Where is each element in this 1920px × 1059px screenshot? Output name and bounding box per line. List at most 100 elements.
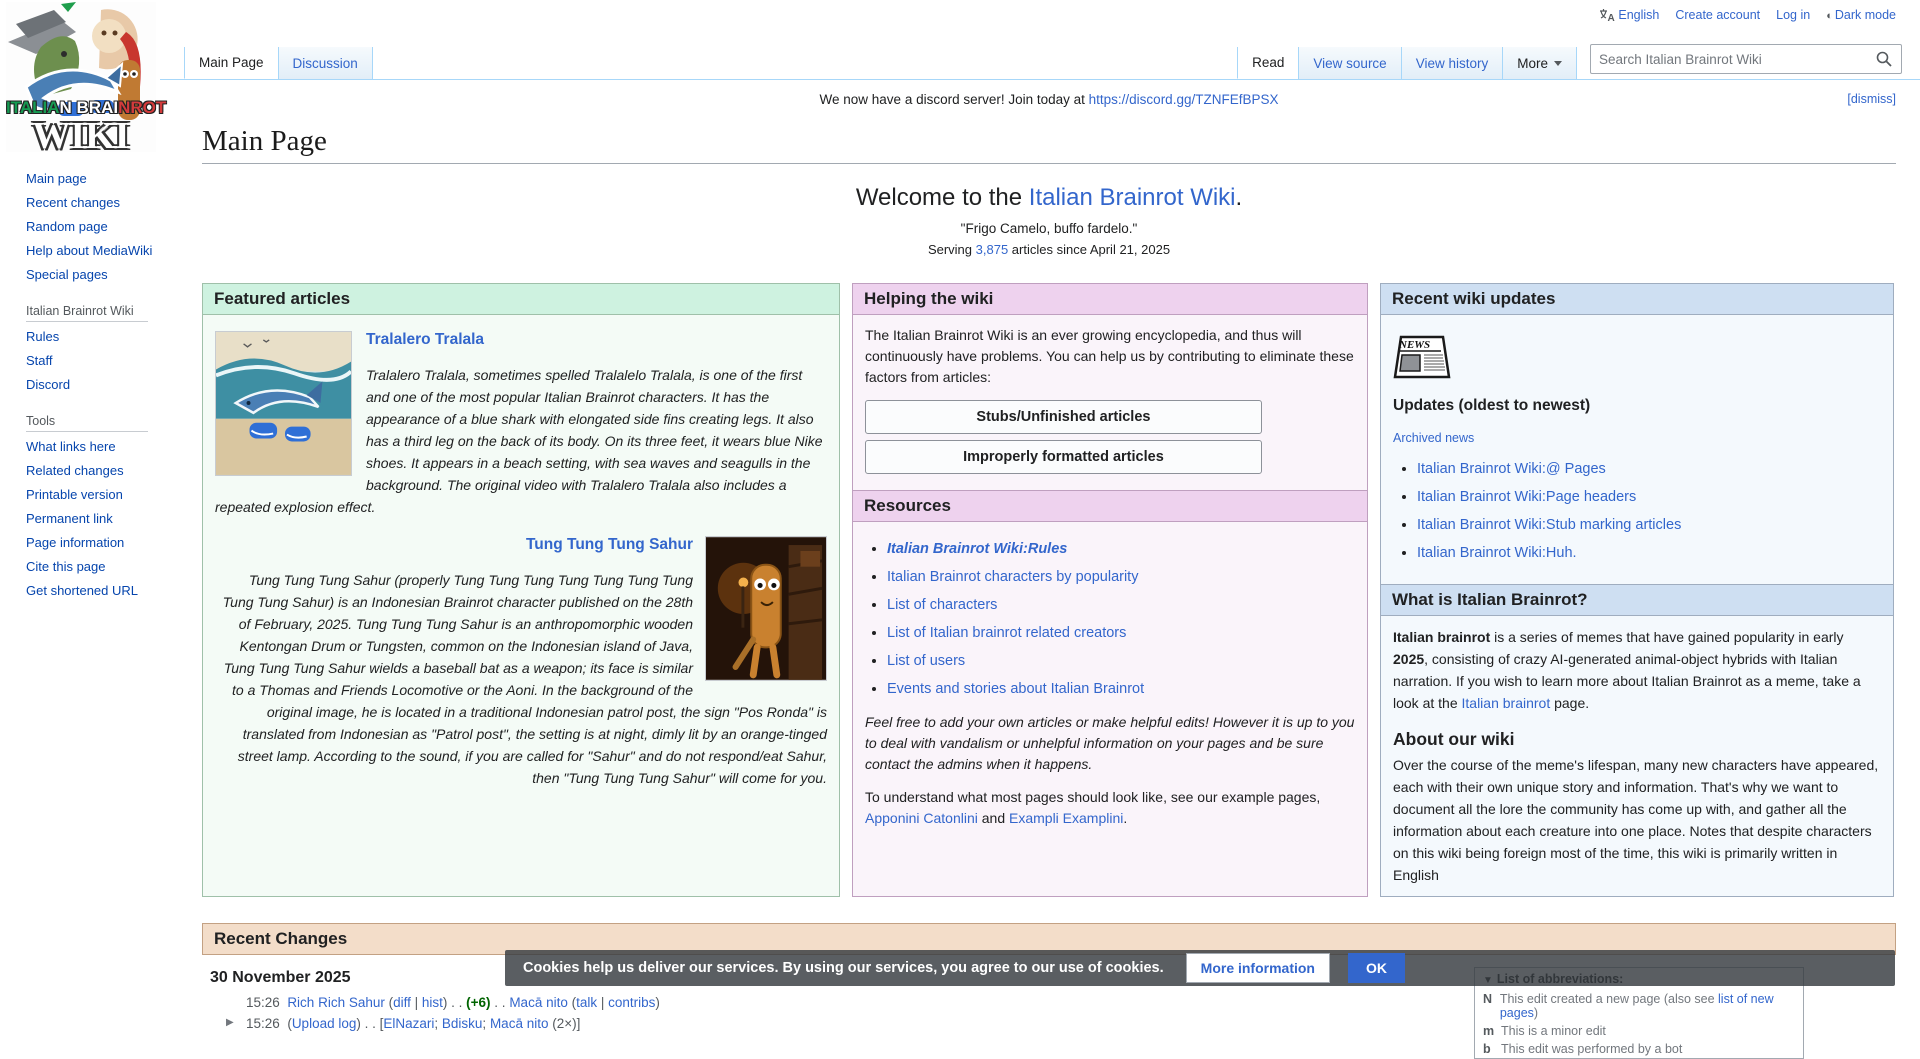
italian-brainrot-link[interactable]: Italian brainrot [1462, 695, 1551, 711]
sidebar-link-discord[interactable]: Discord [26, 377, 70, 392]
log-in-link[interactable]: Log in [1776, 8, 1810, 22]
improperly-formatted-button[interactable]: Improperly formatted articles [865, 440, 1262, 474]
talk-link[interactable]: talk [576, 995, 597, 1010]
list-of-characters-link[interactable]: List of characters [887, 597, 997, 613]
chevron-down-icon [1554, 61, 1562, 66]
sidebar-link-help[interactable]: Help about MediaWiki [26, 243, 152, 258]
language-selector[interactable]: A English [1599, 8, 1659, 22]
sidebar-link-page-information[interactable]: Page information [26, 535, 124, 550]
helping-note: Feel free to add your own articles or ma… [865, 712, 1355, 775]
sidebar-item-recent-changes[interactable]: Recent changes [26, 194, 160, 212]
user-link[interactable]: Bdisku [442, 1016, 483, 1031]
search-input[interactable] [1591, 52, 1867, 67]
edited-page-link[interactable]: Rich Rich Sahur [287, 995, 385, 1010]
sidebar-link-staff[interactable]: Staff [26, 353, 53, 368]
sidebar-item-main-page[interactable]: Main page [26, 170, 160, 188]
sidebar-item-page-information[interactable]: Page information [26, 534, 160, 552]
svg-text:NEWS: NEWS [1398, 339, 1430, 351]
sidebar-link-related-changes[interactable]: Related changes [26, 463, 124, 478]
sidebar-item-get-shortened-url[interactable]: Get shortened URL [26, 582, 160, 600]
tralalero-tralala-image[interactable] [215, 331, 352, 476]
archived-news-link[interactable]: Archived news [1393, 428, 1474, 449]
events-stories-link[interactable]: Events and stories about Italian Brainro… [887, 681, 1144, 697]
update-item[interactable]: Italian Brainrot Wiki:Page headers [1417, 487, 1881, 508]
upload-log-link[interactable]: Upload log [292, 1016, 357, 1031]
updates-subheading: Updates (oldest to newest) [1393, 395, 1881, 416]
update-link-huh[interactable]: Italian Brainrot Wiki:Huh. [1417, 545, 1577, 561]
sidebar-link-printable-version[interactable]: Printable version [26, 487, 123, 502]
diff-link[interactable]: diff [393, 995, 411, 1010]
update-link-page-headers[interactable]: Italian Brainrot Wiki:Page headers [1417, 489, 1636, 505]
update-item[interactable]: Italian Brainrot Wiki:Huh. [1417, 543, 1881, 564]
updates-list: Italian Brainrot Wiki:@ Pages Italian Br… [1417, 459, 1881, 564]
sidebar-item-related-changes[interactable]: Related changes [26, 462, 160, 480]
tab-discussion[interactable]: Discussion [278, 47, 373, 79]
dark-mode-toggle[interactable]: ◐Dark mode [1826, 8, 1896, 22]
wiki-logo[interactable]: ITALIAN BRAINROT WIKI [6, 2, 156, 152]
hist-link[interactable]: hist [422, 995, 443, 1010]
sidebar-item-cite-this-page[interactable]: Cite this page [26, 558, 160, 576]
sidebar-item-special-pages[interactable]: Special pages [26, 266, 160, 284]
sidebar-item-staff[interactable]: Staff [26, 352, 160, 370]
resource-item[interactable]: Italian Brainrot characters by popularit… [887, 567, 1355, 588]
ok-button[interactable]: OK [1348, 953, 1405, 983]
discord-invite-link[interactable]: https://discord.gg/TZNFEfBPSX [1089, 92, 1279, 107]
exampli-link[interactable]: Exampli Examplini [1009, 810, 1123, 826]
resource-item[interactable]: Events and stories about Italian Brainro… [887, 679, 1355, 700]
stubs-button[interactable]: Stubs/Unfinished articles [865, 400, 1262, 434]
sidebar-link-recent-changes[interactable]: Recent changes [26, 195, 120, 210]
characters-by-popularity-link[interactable]: Italian Brainrot characters by popularit… [887, 569, 1138, 585]
rules-link[interactable]: Italian Brainrot Wiki:Rules [887, 541, 1067, 557]
sidebar-item-random-page[interactable]: Random page [26, 218, 160, 236]
tab-more-menu[interactable]: More [1502, 47, 1577, 79]
update-item[interactable]: Italian Brainrot Wiki:Stub marking artic… [1417, 515, 1881, 536]
sidebar-item-help[interactable]: Help about MediaWiki [26, 242, 160, 260]
create-account-link[interactable]: Create account [1675, 8, 1760, 22]
sidebar-link-rules[interactable]: Rules [26, 329, 59, 344]
sidebar-item-printable-version[interactable]: Printable version [26, 486, 160, 504]
sidebar-link-what-links-here[interactable]: What links here [26, 439, 116, 454]
sidebar-link-main-page[interactable]: Main page [26, 171, 87, 186]
list-of-users-link[interactable]: List of users [887, 653, 965, 669]
expand-arrow-icon[interactable]: ▶ [226, 1017, 234, 1028]
user-link[interactable]: Macā nito [490, 1016, 549, 1031]
sidebar-section-title-wiki: Italian Brainrot Wiki [26, 304, 148, 322]
update-item[interactable]: Italian Brainrot Wiki:@ Pages [1417, 459, 1881, 480]
sidebar-link-cite-this-page[interactable]: Cite this page [26, 559, 106, 574]
tab-view-source[interactable]: View source [1298, 47, 1401, 79]
cookie-banner: Cookies help us deliver our services. By… [505, 950, 1895, 986]
edit-timestamp: 15:26 [246, 995, 280, 1010]
resource-item[interactable]: List of Italian brainrot related creator… [887, 623, 1355, 644]
user-link[interactable]: Macā nito [509, 995, 568, 1010]
resource-item[interactable]: List of users [887, 651, 1355, 672]
cookie-banner-text: Cookies help us deliver our services. By… [523, 960, 1164, 976]
tung-tung-tung-sahur-image[interactable] [705, 536, 827, 681]
sidebar-link-random-page[interactable]: Random page [26, 219, 108, 234]
language-link[interactable]: English [1618, 8, 1659, 22]
sidebar-link-permanent-link[interactable]: Permanent link [26, 511, 113, 526]
article-count-link[interactable]: 3,875 [976, 242, 1009, 257]
dismiss-notice-link[interactable]: [dismiss] [1847, 92, 1896, 106]
contribs-link[interactable]: contribs [608, 995, 655, 1010]
resource-item[interactable]: List of characters [887, 595, 1355, 616]
sidebar-link-special-pages[interactable]: Special pages [26, 267, 108, 282]
sidebar-item-rules[interactable]: Rules [26, 328, 160, 346]
sidebar-item-what-links-here[interactable]: What links here [26, 438, 160, 456]
resource-item[interactable]: Italian Brainrot Wiki:Rules [887, 539, 1355, 560]
wiki-home-link[interactable]: Italian Brainrot Wiki [1029, 184, 1236, 211]
sidebar-item-discord[interactable]: Discord [26, 376, 160, 394]
update-link-stub-marking[interactable]: Italian Brainrot Wiki:Stub marking artic… [1417, 517, 1681, 533]
tab-main-page[interactable]: Main Page [184, 47, 279, 79]
update-link-at-pages[interactable]: Italian Brainrot Wiki:@ Pages [1417, 461, 1606, 477]
tab-view-history[interactable]: View history [1401, 47, 1504, 79]
helping-intro: The Italian Brainrot Wiki is an ever gro… [865, 325, 1355, 388]
related-creators-link[interactable]: List of Italian brainrot related creator… [887, 625, 1126, 641]
apponini-link[interactable]: Apponini Catonlini [865, 810, 978, 826]
search-button[interactable] [1867, 45, 1901, 73]
sidebar-link-get-shortened-url[interactable]: Get shortened URL [26, 583, 138, 598]
user-link[interactable]: ElNazari [383, 1016, 434, 1031]
more-information-button[interactable]: More information [1186, 953, 1330, 983]
sidebar-item-permanent-link[interactable]: Permanent link [26, 510, 160, 528]
tab-read[interactable]: Read [1237, 47, 1299, 79]
sidebar-section-wiki: Rules Staff Discord [0, 328, 160, 394]
